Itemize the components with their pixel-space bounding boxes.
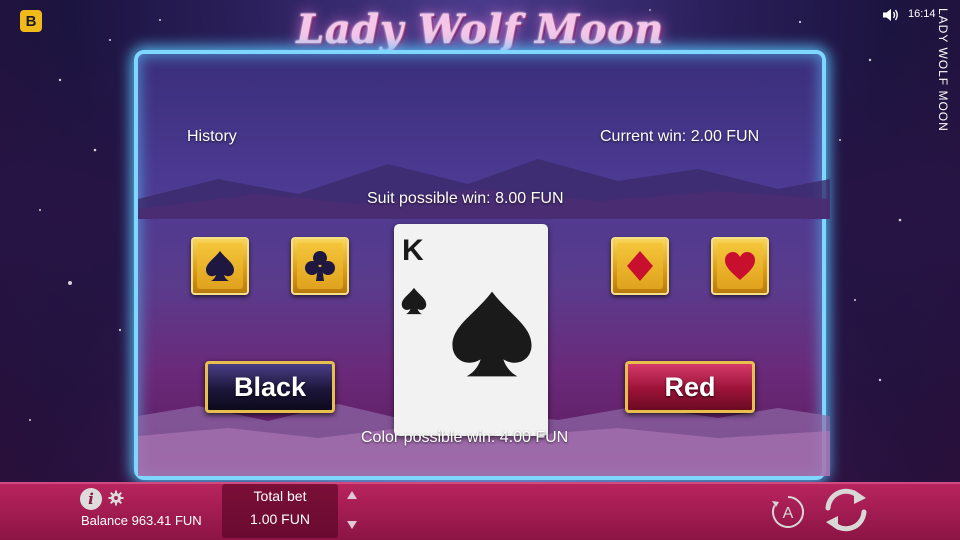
card-large-spade-icon — [452, 291, 532, 377]
total-bet-label: Total bet — [253, 488, 307, 504]
spade-suit-button[interactable] — [191, 237, 249, 295]
spade-suit-face — [197, 243, 243, 289]
diamond-suit-face — [617, 243, 663, 289]
autoplay-icon[interactable]: A — [770, 494, 806, 530]
history-label[interactable]: History — [187, 128, 237, 146]
heart-icon — [725, 252, 755, 280]
club-suit-button[interactable] — [291, 237, 349, 295]
info-icon[interactable]: i — [80, 488, 102, 510]
gear-icon[interactable] — [108, 490, 124, 506]
svg-text:A: A — [783, 505, 794, 522]
red-button[interactable]: Red — [625, 361, 755, 413]
heart-suit-button[interactable] — [711, 237, 769, 295]
sound-icon[interactable] — [882, 8, 900, 22]
diamond-icon — [627, 251, 653, 281]
heart-suit-face — [717, 243, 763, 289]
club-suit-face — [297, 243, 343, 289]
spin-icon[interactable] — [820, 486, 872, 534]
color-possible-win-label: Color possible win: 4.00 FUN — [361, 429, 569, 446]
black-button[interactable]: Black — [205, 361, 335, 413]
clock: 16:14 — [908, 8, 936, 20]
playing-card: K — [394, 224, 548, 436]
card-small-spade-icon — [401, 287, 427, 315]
card-rank: K — [402, 234, 424, 267]
bet-up-arrow-icon[interactable] — [346, 490, 358, 500]
side-game-title: LADY WOLF MOON — [936, 8, 950, 132]
game-title: Lady Wolf Moon — [296, 6, 664, 53]
bottom-panel — [0, 482, 960, 540]
suit-possible-win-label: Suit possible win: 8.00 FUN — [367, 190, 564, 207]
club-icon — [305, 251, 335, 281]
spade-icon — [206, 251, 234, 281]
diamond-suit-button[interactable] — [611, 237, 669, 295]
balance-text: Balance 963.41 FUN — [81, 513, 202, 528]
total-bet-value: 1.00 FUN — [250, 511, 310, 527]
bet-down-arrow-icon[interactable] — [346, 520, 358, 530]
current-win-label: Current win: 2.00 FUN — [600, 128, 760, 145]
